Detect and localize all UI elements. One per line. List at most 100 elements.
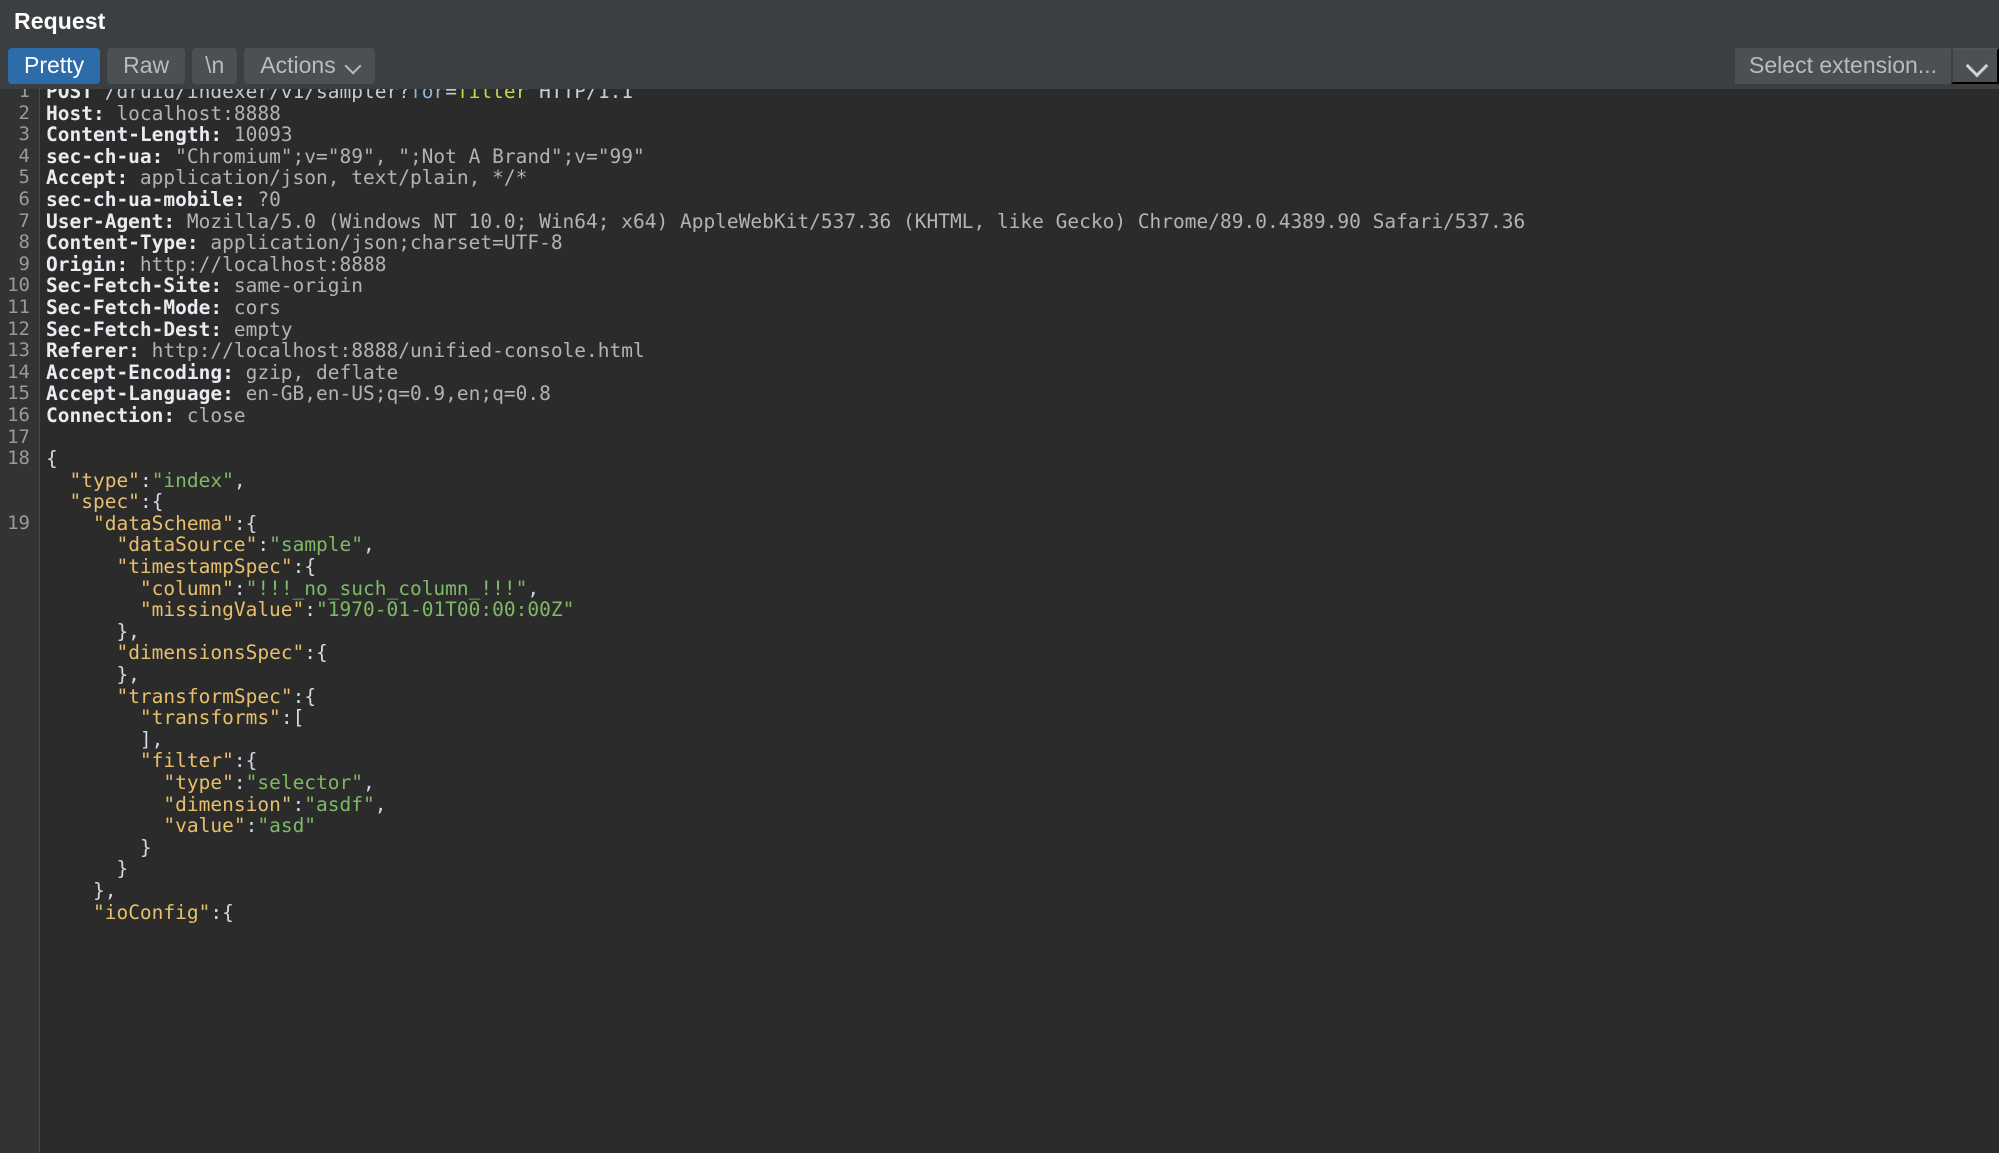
code-token: { xyxy=(245,749,258,773)
code-line[interactable]: "filter":{ xyxy=(46,750,1999,772)
code-token: Accept-Language: xyxy=(46,382,234,406)
code-line[interactable]: Sec-Fetch-Site: same-origin xyxy=(46,275,1999,297)
code-token: Connection: xyxy=(46,403,176,427)
line-number xyxy=(0,621,30,643)
code-line[interactable]: POST /druid/indexer/v1/sampler?for=filte… xyxy=(46,89,1999,103)
code-line[interactable]: } xyxy=(46,835,1999,859)
tab-newline[interactable]: \n xyxy=(192,47,238,84)
code-token: "dataSchema" xyxy=(92,511,234,535)
line-number: 16 xyxy=(7,403,30,426)
select-extension-dropdown-button[interactable] xyxy=(1951,47,1999,84)
code-line[interactable]: }, xyxy=(46,880,1999,902)
code-line[interactable]: }, xyxy=(46,621,1999,643)
code-line[interactable]: Accept-Encoding: gzip, deflate xyxy=(46,361,1999,384)
code-line[interactable]: }, xyxy=(46,664,1999,686)
request-code-content[interactable]: POST /druid/indexer/v1/sampler?for=filte… xyxy=(40,89,1999,1153)
tab-raw[interactable]: Raw xyxy=(107,47,186,84)
line-number xyxy=(0,686,30,708)
code-token: "missingValue" xyxy=(139,598,305,622)
code-token: }, xyxy=(46,878,117,902)
code-line[interactable]: { xyxy=(46,448,1999,470)
code-token: Accept: xyxy=(46,166,129,190)
code-line[interactable]: "ioConfig":{ xyxy=(46,901,1999,924)
code-token: application/json;charset=UTF-8 xyxy=(198,231,563,255)
code-line[interactable]: Sec-Fetch-Dest: empty xyxy=(46,317,1999,341)
code-line[interactable]: "transforms":[ xyxy=(46,707,1999,729)
code-line[interactable]: Connection: close xyxy=(46,405,1999,427)
code-line[interactable]: "type":"index", xyxy=(46,468,1999,492)
code-token: : xyxy=(280,706,293,730)
code-token: application/json, text/plain, */* xyxy=(128,166,528,190)
line-number xyxy=(0,772,30,794)
tab-pretty[interactable]: Pretty xyxy=(8,47,101,84)
code-line[interactable]: "missingValue":"1970-01-01T00:00:00Z" xyxy=(46,599,1999,621)
code-line[interactable]: Accept: application/json, text/plain, */… xyxy=(46,167,1999,189)
code-line[interactable]: "type":"selector", xyxy=(46,772,1999,794)
code-token: Sec-Fetch-Mode: xyxy=(46,295,223,319)
code-line[interactable]: "transformSpec":{ xyxy=(46,684,1999,708)
code-line[interactable]: "column":"!!!_no_such_column_!!!", xyxy=(46,576,1999,600)
code-line[interactable]: sec-ch-ua: "Chromium";v="89", ";Not A Br… xyxy=(46,144,1999,168)
line-number xyxy=(0,729,30,751)
code-token: "index" xyxy=(151,468,234,492)
code-token: , xyxy=(374,792,387,816)
code-line[interactable]: Referer: http://localhost:8888/unified-c… xyxy=(46,340,1999,362)
select-extension-button[interactable]: Select extension... xyxy=(1735,47,1951,84)
code-line[interactable]: "dataSource":"sample", xyxy=(46,534,1999,556)
line-number-gutter: 1 2 3 4 5 6 7 8 9 10 11 12 13 14 15 16 17 18 19 xyxy=(0,89,40,1153)
line-number: 2 xyxy=(18,101,30,124)
code-line[interactable]: Sec-Fetch-Mode: cors xyxy=(46,297,1999,319)
line-number xyxy=(0,815,30,837)
code-token: { xyxy=(304,555,317,579)
code-token: { xyxy=(304,684,317,708)
code-line[interactable]: "dimension":"asdf", xyxy=(46,792,1999,816)
code-token: "spec" xyxy=(69,490,140,514)
code-line[interactable]: Content-Type: application/json;charset=U… xyxy=(46,232,1999,254)
code-token: "asd" xyxy=(257,814,317,838)
code-token: "timestampSpec" xyxy=(116,555,293,579)
code-line[interactable]: "timestampSpec":{ xyxy=(46,556,1999,578)
line-number xyxy=(0,534,30,556)
code-line[interactable]: } xyxy=(46,858,1999,880)
code-line[interactable]: User-Agent: Mozilla/5.0 (Windows NT 10.0… xyxy=(46,210,1999,233)
code-line[interactable]: sec-ch-ua-mobile: ?0 xyxy=(46,189,1999,211)
code-line[interactable]: Accept-Language: en-GB,en-US;q=0.9,en;q=… xyxy=(46,383,1999,405)
code-line[interactable]: Content-Length: 10093 xyxy=(46,124,1999,146)
code-line[interactable]: ], xyxy=(46,729,1999,751)
code-token: , xyxy=(527,576,540,600)
code-token: { xyxy=(245,511,258,535)
code-line[interactable]: Host: localhost:8888 xyxy=(46,102,1999,125)
code-line[interactable]: "dimensionsSpec":{ xyxy=(46,642,1999,664)
line-number: 15 xyxy=(7,382,30,405)
code-token: "1970-01-01T00:00:00Z" xyxy=(316,598,575,622)
code-token: : xyxy=(139,468,152,492)
actions-button[interactable]: Actions xyxy=(244,47,375,84)
line-number xyxy=(0,880,30,902)
code-token: } xyxy=(46,857,129,881)
code-token: "asdf" xyxy=(304,792,375,816)
code-token: "!!!_no_such_column_!!!" xyxy=(245,576,528,600)
request-editor[interactable]: 1 2 3 4 5 6 7 8 9 10 11 12 13 14 15 16 17 18 19 POST /drui… xyxy=(0,89,1999,1153)
line-number xyxy=(0,470,30,492)
code-line[interactable]: Origin: http://localhost:8888 xyxy=(46,253,1999,276)
code-token: "type" xyxy=(163,771,234,794)
toolbar-button-group: Pretty Raw \n Actions xyxy=(8,47,375,84)
code-token: "dimensionsSpec" xyxy=(116,641,305,665)
code-line[interactable]: "value":"asd" xyxy=(46,815,1999,837)
code-line[interactable]: "dataSchema":{ xyxy=(46,513,1999,535)
line-number: 17 xyxy=(7,425,30,448)
code-token: close xyxy=(175,403,246,427)
code-token: "transforms" xyxy=(139,706,281,730)
code-line[interactable] xyxy=(46,427,1999,449)
code-token: "Chromium";v="89", ";Not A Brand";v="99" xyxy=(163,144,645,168)
code-token: http://localhost:8888/unified-console.ht… xyxy=(139,339,645,363)
code-token: { xyxy=(151,490,164,514)
line-number xyxy=(0,556,30,578)
chevron-down-icon xyxy=(346,58,362,74)
code-token: Sec-Fetch-Dest: xyxy=(46,317,223,341)
code-token: } xyxy=(46,835,152,859)
code-line[interactable]: "spec":{ xyxy=(46,491,1999,513)
